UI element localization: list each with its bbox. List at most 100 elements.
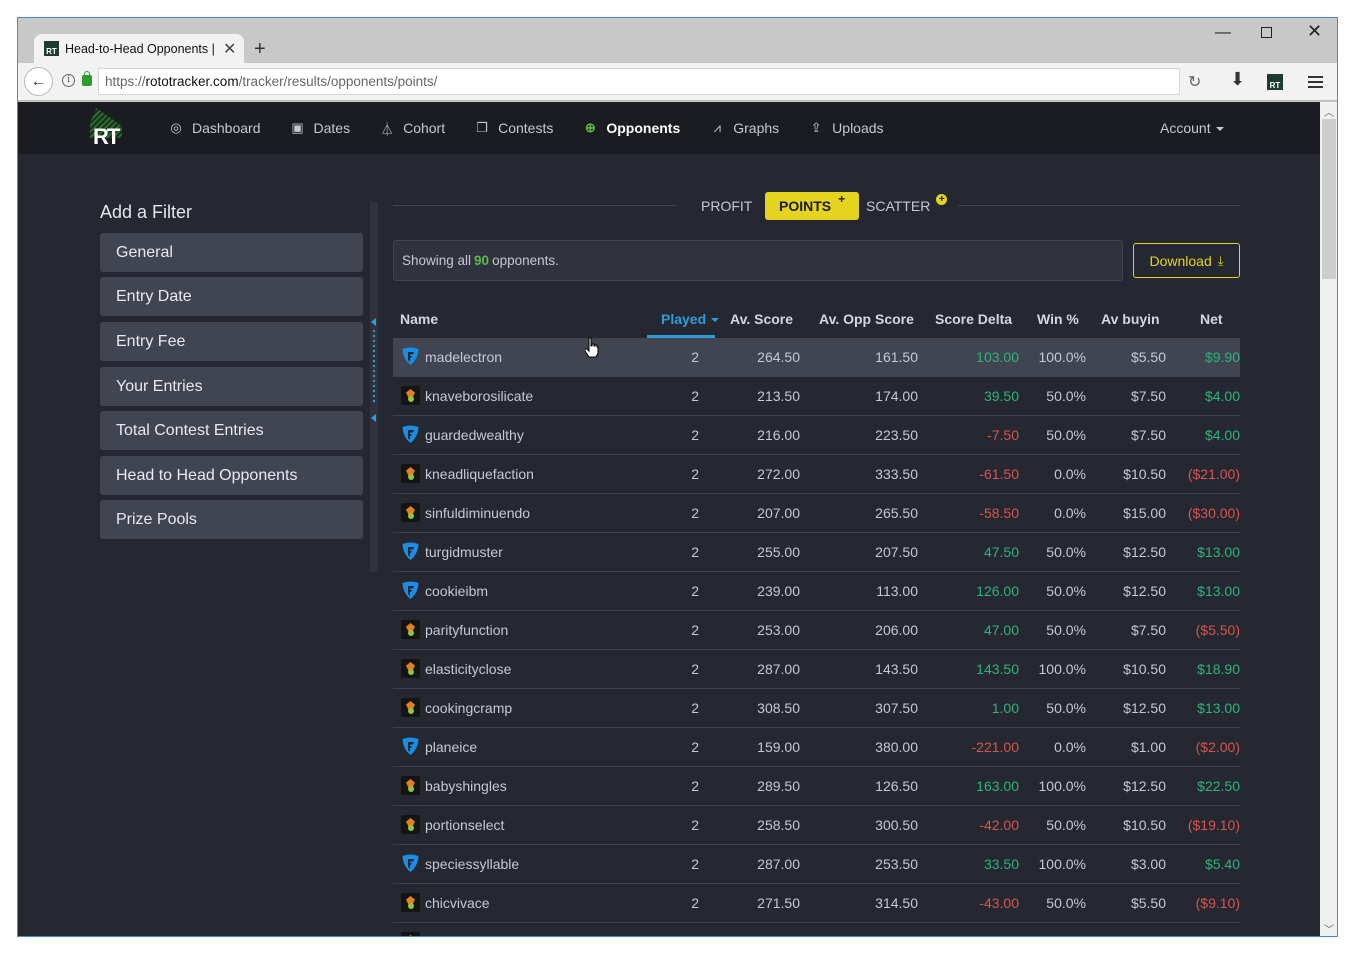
cell-played: 2 (691, 739, 699, 755)
opponent-name[interactable]: portionselect (425, 817, 504, 833)
filter-prize-pools[interactable]: Prize Pools (100, 500, 363, 539)
cell-played: 2 (691, 388, 699, 404)
minimize-icon[interactable]: — (1215, 24, 1231, 42)
nav-item-contests[interactable]: ❐ Contests (474, 120, 553, 136)
hamburger-menu-icon[interactable] (1308, 76, 1323, 88)
cell-win: 50.0% (1046, 427, 1086, 443)
opponent-name[interactable]: knaveborosilicate (425, 388, 533, 404)
maximize-icon[interactable] (1261, 27, 1272, 38)
table-row[interactable]: turgidmuster 2 255.00 207.50 47.50 50.0% $12.5… (393, 533, 1240, 572)
nav-item-dashboard[interactable]: ◎ Dashboard (168, 120, 260, 136)
nav-item-cohort[interactable]: ⏃ Cohort (379, 120, 446, 137)
opponent-name[interactable]: turgidmuster (425, 544, 503, 560)
table-row[interactable]: elasticityclose 2 287.00 143.50 143.50 100.0%… (393, 650, 1240, 689)
table-row[interactable]: cookingcramp 2 308.50 307.50 1.00 50.0% $12.50… (393, 689, 1240, 728)
cell-played: 2 (691, 778, 699, 794)
favicon-icon: RT (44, 41, 59, 56)
opponent-name[interactable]: babyshingles (425, 778, 507, 794)
close-icon[interactable]: ✕ (1307, 21, 1322, 42)
table-row[interactable]: planeice 2 159.00 380.00 -221.00 0.0% $1.00 ($2… (393, 728, 1240, 767)
opponent-name[interactable]: sinfuldiminuendo (425, 505, 530, 521)
download-button[interactable]: Download ⤓ (1133, 243, 1240, 278)
opponent-name[interactable]: planeice (425, 739, 477, 755)
table-row[interactable]: kneadliquefaction 2 272.00 333.50 -61.50 0.0%… (393, 455, 1240, 494)
info-icon[interactable]: i (62, 74, 75, 87)
col-av-buyin[interactable]: Av buyin (1101, 311, 1160, 327)
browser-tab[interactable]: RT Head-to-Head Opponents | I ✕ (34, 34, 244, 63)
col-played[interactable]: Played (661, 311, 720, 327)
url-bar[interactable]: https://rototracker.com/tracker/results/… (98, 68, 1180, 95)
table-row[interactable]: headinterleukin 1 299.00 337.00 -38.00 0.0% $1… (393, 923, 1240, 936)
cell-av-score: 258.50 (757, 817, 800, 833)
compass-icon: ◎ (170, 120, 182, 135)
table-row[interactable]: chicvivace 2 271.50 314.50 -43.00 50.0% $5.50 (… (393, 884, 1240, 923)
nav-item-graphs[interactable]: ⩘ Graphs (709, 120, 780, 136)
cell-delta: -43.00 (979, 895, 1019, 911)
collapse-left-icon[interactable] (371, 414, 376, 422)
filter-head-to-head-opponents[interactable]: Head to Head Opponents (100, 456, 363, 495)
tab-points[interactable]: POINTS + (765, 192, 860, 220)
filter-total-contest-entries[interactable]: Total Contest Entries (100, 411, 363, 450)
nav-item-opponents[interactable]: ⊕ Opponents (582, 120, 680, 136)
cell-av-score: 216.00 (757, 427, 800, 443)
draftkings-avatar-icon (401, 815, 420, 834)
table-row[interactable]: cookieibm 2 239.00 113.00 126.00 50.0% $12.50 $… (393, 572, 1240, 611)
rt-logo[interactable]: RT (84, 108, 126, 150)
opponent-name[interactable]: chicvivace (425, 895, 490, 911)
filter-entry-fee[interactable]: Entry Fee (100, 322, 363, 361)
table-row[interactable]: madelectron 2 264.50 161.50 103.00 100.0% $5.5… (393, 338, 1240, 377)
opponent-name[interactable]: speciessyllable (425, 856, 519, 872)
cell-av-opp: 265.50 (875, 505, 918, 521)
cell-buyin: $10.50 (1123, 817, 1166, 833)
filter-entry-date[interactable]: Entry Date (100, 277, 363, 316)
table-row[interactable]: speciessyllable 2 287.00 253.50 33.50 100.0% $… (393, 845, 1240, 884)
tab-close-icon[interactable]: ✕ (223, 39, 236, 59)
opponent-name[interactable]: headinterleukin (425, 934, 520, 936)
table-row[interactable]: sinfuldiminuendo 2 207.00 265.50 -58.50 0.0% $… (393, 494, 1240, 533)
cell-delta: 47.00 (983, 622, 1019, 638)
table-row[interactable]: portionselect 2 258.50 300.50 -42.00 50.0% $10… (393, 806, 1240, 845)
tab-scatter[interactable]: SCATTER + (866, 192, 948, 220)
draftkings-avatar-icon (401, 698, 420, 717)
divider (958, 205, 1240, 206)
opponent-name[interactable]: elasticityclose (425, 661, 511, 677)
account-menu[interactable]: Account (1160, 120, 1224, 136)
back-arrow-icon[interactable]: ← (24, 67, 53, 96)
tab-profit[interactable]: PROFIT (701, 192, 752, 220)
opponent-name[interactable]: cookieibm (425, 583, 488, 599)
reload-icon[interactable]: ↻ (1188, 72, 1201, 92)
opponent-name[interactable]: guardedwealthy (425, 427, 524, 443)
col-av-opp-score[interactable]: Av. Opp Score (819, 311, 914, 327)
opponent-name[interactable]: parityfunction (425, 622, 508, 638)
scroll-down-icon[interactable]: ﹀ (1320, 921, 1337, 936)
sidebar-resize-handle[interactable] (370, 202, 378, 572)
cell-played: 2 (691, 817, 699, 833)
filter-your-entries[interactable]: Your Entries (100, 367, 363, 406)
upload-icon: ⇪ (810, 120, 822, 135)
table-row[interactable]: guardedwealthy 2 216.00 223.50 -7.50 50.0% $7.… (393, 416, 1240, 455)
opponent-name[interactable]: madelectron (425, 349, 502, 365)
col-name[interactable]: Name (400, 311, 438, 327)
col-score-delta[interactable]: Score Delta (935, 311, 1012, 327)
extension-rt-icon[interactable]: RT (1267, 74, 1283, 90)
scroll-up-icon[interactable]: ︿ (1320, 104, 1337, 119)
opponent-name[interactable]: cookingcramp (425, 700, 512, 716)
summary-prefix: Showing all (402, 253, 472, 268)
filter-general[interactable]: General (100, 233, 363, 272)
nav-item-dates[interactable]: ▣ Dates (290, 120, 350, 136)
scroll-thumb[interactable] (1322, 119, 1336, 279)
collapse-left-icon[interactable] (371, 318, 376, 326)
col-win-pct[interactable]: Win % (1037, 311, 1079, 327)
nav-item-uploads[interactable]: ⇪ Uploads (808, 120, 884, 136)
table-row[interactable]: parityfunction 2 253.00 206.00 47.00 50.0% $7.… (393, 611, 1240, 650)
opponent-name[interactable]: kneadliquefaction (425, 466, 534, 482)
table-row[interactable]: knaveborosilicate 2 213.50 174.00 39.50 50.0%… (393, 377, 1240, 416)
col-av-score[interactable]: Av. Score (730, 311, 793, 327)
new-tab-icon[interactable]: + (254, 38, 266, 61)
col-net[interactable]: Net (1200, 311, 1223, 327)
cell-buyin: $12.50 (1123, 544, 1166, 560)
page-scrollbar[interactable]: ︿ ﹀ (1320, 102, 1337, 936)
cell-buyin: $15.00 (1123, 505, 1166, 521)
table-row[interactable]: babyshingles 2 289.50 126.50 163.00 100.0% $12… (393, 767, 1240, 806)
download-icon[interactable]: ⬇ (1230, 69, 1245, 90)
